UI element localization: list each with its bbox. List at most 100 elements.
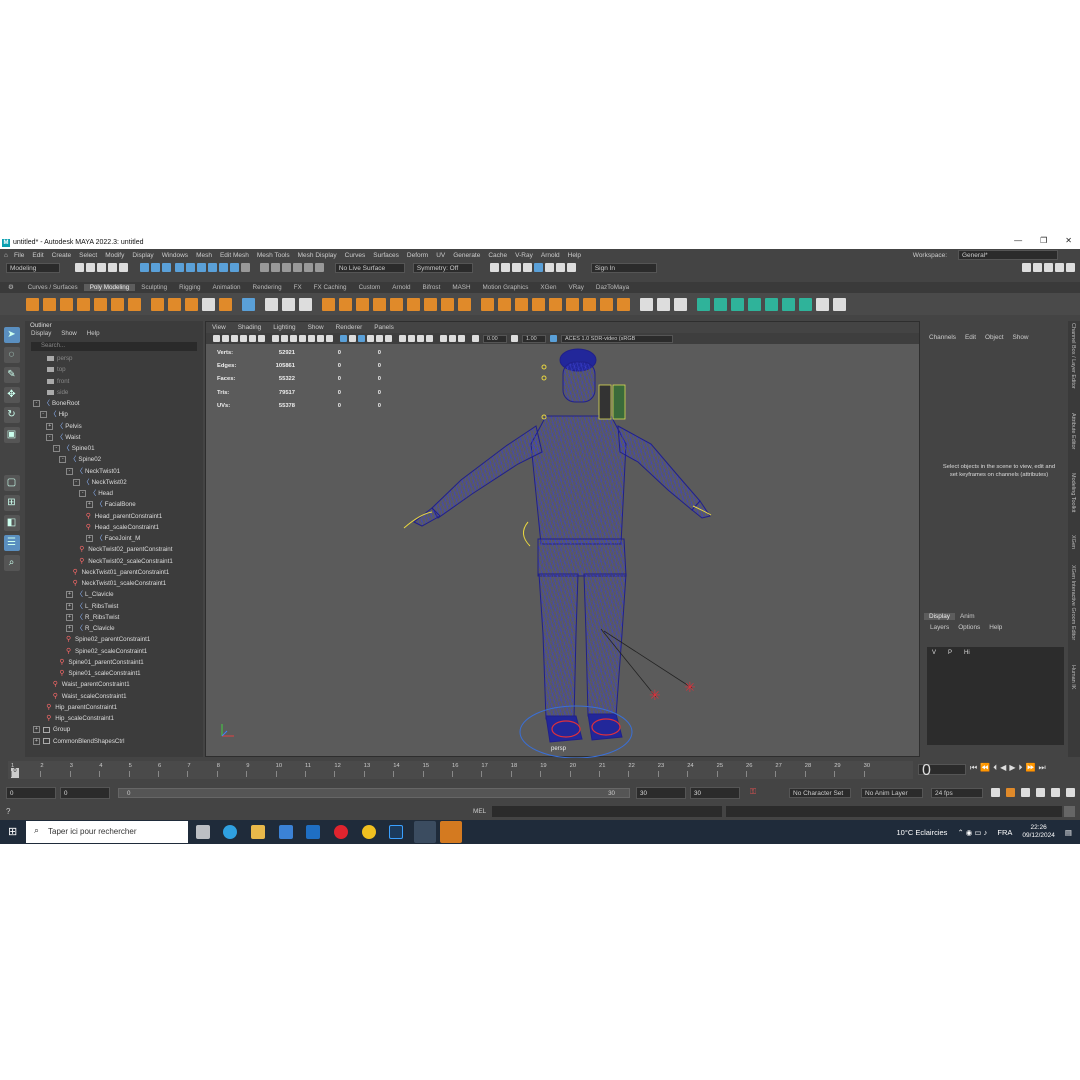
type-tool-icon[interactable] bbox=[202, 297, 215, 311]
viewport-menu-view[interactable]: View bbox=[212, 324, 226, 331]
layer-menu-help[interactable]: Help bbox=[989, 624, 1002, 631]
current-time-marker[interactable]: 0 bbox=[11, 768, 19, 778]
auto-key-toggle-icon[interactable] bbox=[1006, 788, 1015, 797]
cylindrical-map-icon[interactable] bbox=[714, 297, 727, 311]
gamma-field[interactable]: 1.00 bbox=[522, 334, 546, 343]
scale-tool-icon[interactable]: ▣ bbox=[3, 427, 20, 443]
four-view-icon[interactable]: ⊞ bbox=[3, 495, 20, 511]
loop-icon[interactable] bbox=[991, 788, 1000, 797]
menu-curves[interactable]: Curves bbox=[345, 252, 366, 259]
color-management-icon[interactable] bbox=[550, 335, 557, 342]
photoshop-icon[interactable] bbox=[389, 825, 403, 839]
current-frame-field[interactable]: 0 bbox=[918, 763, 966, 779]
poly-disc-icon[interactable] bbox=[128, 297, 141, 311]
quad-draw-icon[interactable] bbox=[674, 297, 687, 311]
play-forward-icon[interactable]: ▶ bbox=[1009, 763, 1015, 773]
outliner-node[interactable]: ⚲ Spine01_parentConstraint1 bbox=[25, 657, 203, 668]
poke-icon[interactable] bbox=[498, 297, 511, 311]
poly-plane-icon[interactable] bbox=[111, 297, 124, 311]
xray-joints-icon[interactable] bbox=[458, 335, 465, 342]
expand-toggle-icon[interactable]: - bbox=[66, 467, 73, 475]
lasso-tool-icon[interactable]: ◌ bbox=[3, 347, 20, 363]
expand-toggle-icon[interactable]: + bbox=[85, 535, 93, 543]
multi-cut-icon[interactable] bbox=[640, 297, 653, 311]
shelf-tab-curves-surfaces[interactable]: Curves / Surfaces bbox=[22, 284, 84, 291]
wireframe-on-shaded-icon[interactable] bbox=[358, 335, 365, 342]
side-tab-channel-box-layer-editor[interactable]: Channel Box / Layer Editor bbox=[1070, 323, 1076, 389]
clock[interactable]: 22:26 09/12/2024 bbox=[1022, 824, 1055, 840]
uv-editor-icon[interactable] bbox=[242, 297, 255, 311]
xray-icon[interactable] bbox=[449, 335, 456, 342]
expand-toggle-icon[interactable]: - bbox=[59, 456, 67, 464]
cut-uv-icon[interactable] bbox=[816, 297, 829, 311]
outliner-node[interactable]: - 〈 Spine02 bbox=[25, 454, 203, 465]
anim-layer-dropdown[interactable]: No Anim Layer bbox=[861, 788, 923, 798]
menu-arnold[interactable]: Arnold bbox=[541, 252, 560, 259]
side-tab-attribute-editor[interactable]: Attribute Editor bbox=[1070, 413, 1076, 449]
animation-end-field[interactable]: 30 bbox=[690, 787, 740, 799]
grease-pencil-icon[interactable] bbox=[258, 335, 265, 342]
poly-cylinder-icon[interactable] bbox=[60, 297, 73, 311]
outliner-node[interactable]: + Group bbox=[25, 724, 203, 735]
camera-select-icon[interactable] bbox=[213, 335, 220, 342]
rotate-tool-icon[interactable]: ↻ bbox=[3, 407, 20, 423]
exposure-icon[interactable] bbox=[472, 335, 479, 342]
outliner-node[interactable]: + 〈 L_RibsTwist bbox=[25, 601, 203, 612]
super-shape-icon[interactable] bbox=[168, 297, 181, 311]
light-editor-icon[interactable] bbox=[544, 262, 554, 272]
outliner-node[interactable]: ⚲ Hip_parentConstraint1 bbox=[25, 702, 203, 713]
side-tab-human-ik[interactable]: Human IK bbox=[1070, 665, 1076, 689]
mel-input[interactable] bbox=[492, 806, 722, 817]
pause-icon[interactable] bbox=[566, 262, 576, 272]
spherical-map-icon[interactable] bbox=[731, 297, 744, 311]
tray-icons[interactable]: ⌃ ◉ ▭ ♪ bbox=[957, 828, 987, 837]
step-forward-icon[interactable]: ⏵ bbox=[1018, 763, 1022, 773]
shelf-tab-fx-caching[interactable]: FX Caching bbox=[308, 284, 353, 291]
outliner-node[interactable]: - 〈 Spine01 bbox=[25, 443, 203, 454]
expand-toggle-icon[interactable]: + bbox=[66, 625, 73, 633]
mask-icon[interactable] bbox=[174, 262, 184, 272]
layout-icon[interactable]: ◧ bbox=[3, 515, 20, 531]
outliner-node[interactable]: - 〈 Waist bbox=[25, 432, 203, 443]
outliner-search-input[interactable]: Search... bbox=[31, 342, 197, 351]
shelf-tab-rigging[interactable]: Rigging bbox=[173, 284, 206, 291]
viewport-menu-renderer[interactable]: Renderer bbox=[336, 324, 363, 331]
viewport-menu-shading[interactable]: Shading bbox=[238, 324, 261, 331]
step-forward-key-icon[interactable]: ⏩ bbox=[1025, 763, 1035, 773]
outliner-node[interactable]: ⚲ Spine02_parentConstraint1 bbox=[25, 634, 203, 645]
single-view-icon[interactable]: ▢ bbox=[3, 475, 20, 491]
expand-toggle-icon[interactable]: - bbox=[46, 433, 54, 441]
open-scene-icon[interactable] bbox=[86, 262, 95, 272]
channel-box-menu-show[interactable]: Show bbox=[1013, 334, 1029, 341]
poly-torus-icon[interactable] bbox=[94, 297, 107, 311]
search-icon[interactable]: ⌕ bbox=[3, 555, 20, 571]
connect-icon[interactable] bbox=[617, 297, 630, 311]
mask-icon[interactable] bbox=[218, 262, 228, 272]
expand-toggle-icon[interactable]: + bbox=[66, 613, 73, 621]
auto-key-icon[interactable]: ⚿ bbox=[750, 787, 756, 797]
image-plane-icon[interactable] bbox=[240, 335, 247, 342]
menu-display[interactable]: Display bbox=[132, 252, 153, 259]
time-slider[interactable]: 0 1 2 3 4 5 6 7 8 9 10 11 12 13 14 15 16 17 18 19 20 21 22 23 2… bbox=[8, 761, 913, 779]
target-weld-icon[interactable] bbox=[657, 297, 670, 311]
bridge-icon[interactable] bbox=[390, 297, 403, 311]
expand-toggle-icon[interactable]: + bbox=[66, 591, 73, 599]
film-gate-icon[interactable] bbox=[281, 335, 288, 342]
store-icon[interactable] bbox=[279, 825, 293, 839]
exposure-field[interactable]: 0.00 bbox=[483, 334, 507, 343]
chamfer-icon[interactable] bbox=[566, 297, 579, 311]
key-prefs-icon[interactable] bbox=[1021, 788, 1030, 797]
fill-hole-icon[interactable] bbox=[407, 297, 420, 311]
extract-icon[interactable] bbox=[356, 297, 369, 311]
outliner-node[interactable]: + 〈 R_Clavicle bbox=[25, 623, 203, 634]
field-chart-icon[interactable] bbox=[308, 335, 315, 342]
home-icon[interactable]: ⌂ bbox=[4, 252, 8, 259]
layer-row[interactable]: V P Hi bbox=[927, 647, 1064, 659]
mask-icon[interactable] bbox=[185, 262, 195, 272]
live-surface-field[interactable]: No Live Surface bbox=[334, 263, 405, 273]
shadows-icon[interactable] bbox=[385, 335, 392, 342]
outliner-node[interactable]: - 〈 Hip bbox=[25, 409, 203, 420]
outliner-node[interactable]: + 〈 L_Clavicle bbox=[25, 589, 203, 600]
menu-mesh-display[interactable]: Mesh Display bbox=[298, 252, 337, 259]
safe-action-icon[interactable] bbox=[317, 335, 324, 342]
